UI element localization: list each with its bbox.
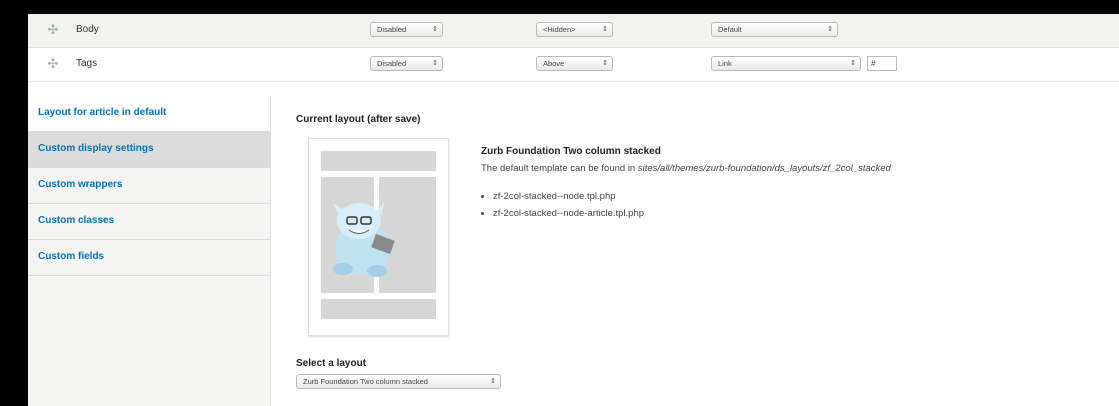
drag-handle-icon[interactable]: ✣ <box>46 56 60 72</box>
chevron-updown-icon: ⇕ <box>432 26 438 33</box>
tab-custom-wrappers[interactable]: Custom wrappers <box>28 168 270 204</box>
format-select-body[interactable]: <Hidden> ⇕ <box>536 22 613 37</box>
formatter-select-body[interactable]: Default ⇕ <box>711 22 838 37</box>
list-item: zf-2col-stacked--node-article.tpl.php <box>493 208 644 219</box>
display-settings-frame: ✣ Body Disabled ⇕ <Hidden> ⇕ Default ⇕ ✣ Ta… <box>28 14 1119 406</box>
chevron-updown-icon: ⇕ <box>602 60 608 67</box>
chevron-updown-icon: ⇕ <box>827 26 833 33</box>
layout-title: Zurb Foundation Two column stacked <box>481 146 661 157</box>
layout-select[interactable]: Zurb Foundation Two column stacked ⇕ <box>296 374 501 389</box>
tab-custom-classes[interactable]: Custom classes <box>28 204 270 240</box>
current-layout-heading: Current layout (after save) <box>296 114 421 125</box>
yeti-mascot-icon <box>333 201 395 277</box>
field-name-body: Body <box>76 24 99 35</box>
field-row-body: ✣ Body Disabled ⇕ <Hidden> ⇕ Default ⇕ <box>28 14 1119 48</box>
tab-custom-fields[interactable]: Custom fields <box>28 240 270 276</box>
link-class-input-tags[interactable]: # <box>867 56 897 71</box>
vertical-tabs: Layout for article in default Custom dis… <box>28 96 271 406</box>
field-name-tags: Tags <box>76 58 98 69</box>
layout-panel: Current layout (after save) Zurb Foundat… <box>271 96 1119 406</box>
chevron-updown-icon: ⇕ <box>850 60 856 67</box>
template-path: sites/all/themes/zurb-foundation/ds_layo… <box>637 163 891 174</box>
layout-footer-region <box>321 299 436 319</box>
field-row-tags: ✣ Tags Disabled ⇕ Above ⇕ Link ⇕ # <box>28 48 1119 82</box>
drag-handle-icon[interactable]: ✣ <box>46 22 60 38</box>
label-select-body[interactable]: Disabled ⇕ <box>370 22 443 37</box>
chevron-updown-icon: ⇕ <box>432 60 438 67</box>
template-suggestions-list: zf-2col-stacked--node.tpl.php zf-2col-st… <box>481 191 644 225</box>
list-item: zf-2col-stacked--node.tpl.php <box>493 191 644 202</box>
formatter-select-tags[interactable]: Link ⇕ <box>711 56 861 71</box>
tab-custom-display-settings[interactable]: Custom display settings <box>28 132 270 168</box>
label-select-tags[interactable]: Disabled ⇕ <box>370 56 443 71</box>
layout-header-region <box>321 151 436 171</box>
select-layout-label: Select a layout <box>296 358 367 369</box>
tab-layout[interactable]: Layout for article in default <box>28 96 270 132</box>
layout-preview-thumbnail <box>308 138 449 336</box>
format-select-tags[interactable]: Above ⇕ <box>536 56 613 71</box>
layout-description: The default template can be found in sit… <box>481 163 891 174</box>
chevron-updown-icon: ⇕ <box>602 26 608 33</box>
chevron-updown-icon: ⇕ <box>490 378 496 385</box>
